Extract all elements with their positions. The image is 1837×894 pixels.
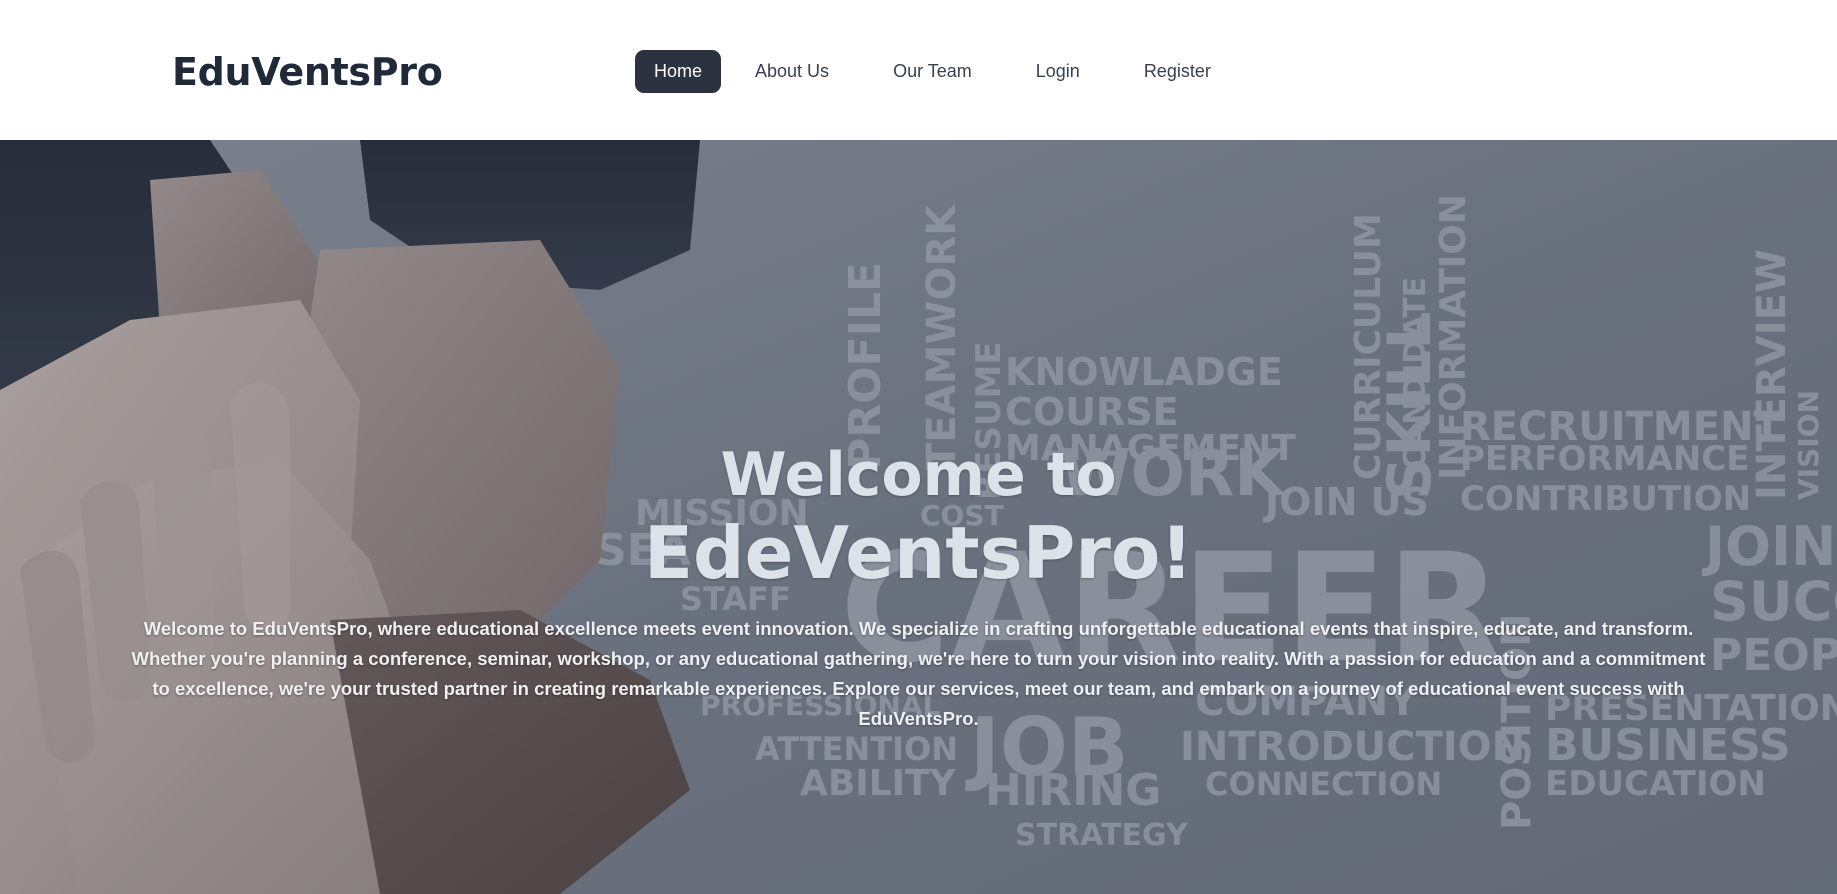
hero-description: Welcome to EduVentsPro, where educationa… [131, 618, 1706, 729]
nav-login[interactable]: Login [1016, 50, 1100, 93]
nav-our-team[interactable]: Our Team [873, 50, 992, 93]
brand-logo[interactable]: EduVentsPro [172, 50, 443, 94]
hero-content: Welcome to EdeVentsPro! Welcome to EduVe… [0, 440, 1837, 734]
nav-register[interactable]: Register [1124, 50, 1231, 93]
nav-about-us[interactable]: About Us [735, 50, 849, 93]
hero-section: KNOWLADGE COURSE MANAGEMENT WORK JOIN US CURR… [0, 140, 1837, 894]
nav-home[interactable]: Home [635, 50, 722, 93]
site-header: EduVentsPro Home About Us Our Team Login… [0, 0, 1837, 140]
hero-title-line1: Welcome to [720, 440, 1117, 510]
hero-title-line2: EdeVentsPro! [643, 511, 1194, 595]
main-nav: Home About Us Our Team Login Register [635, 50, 1231, 93]
